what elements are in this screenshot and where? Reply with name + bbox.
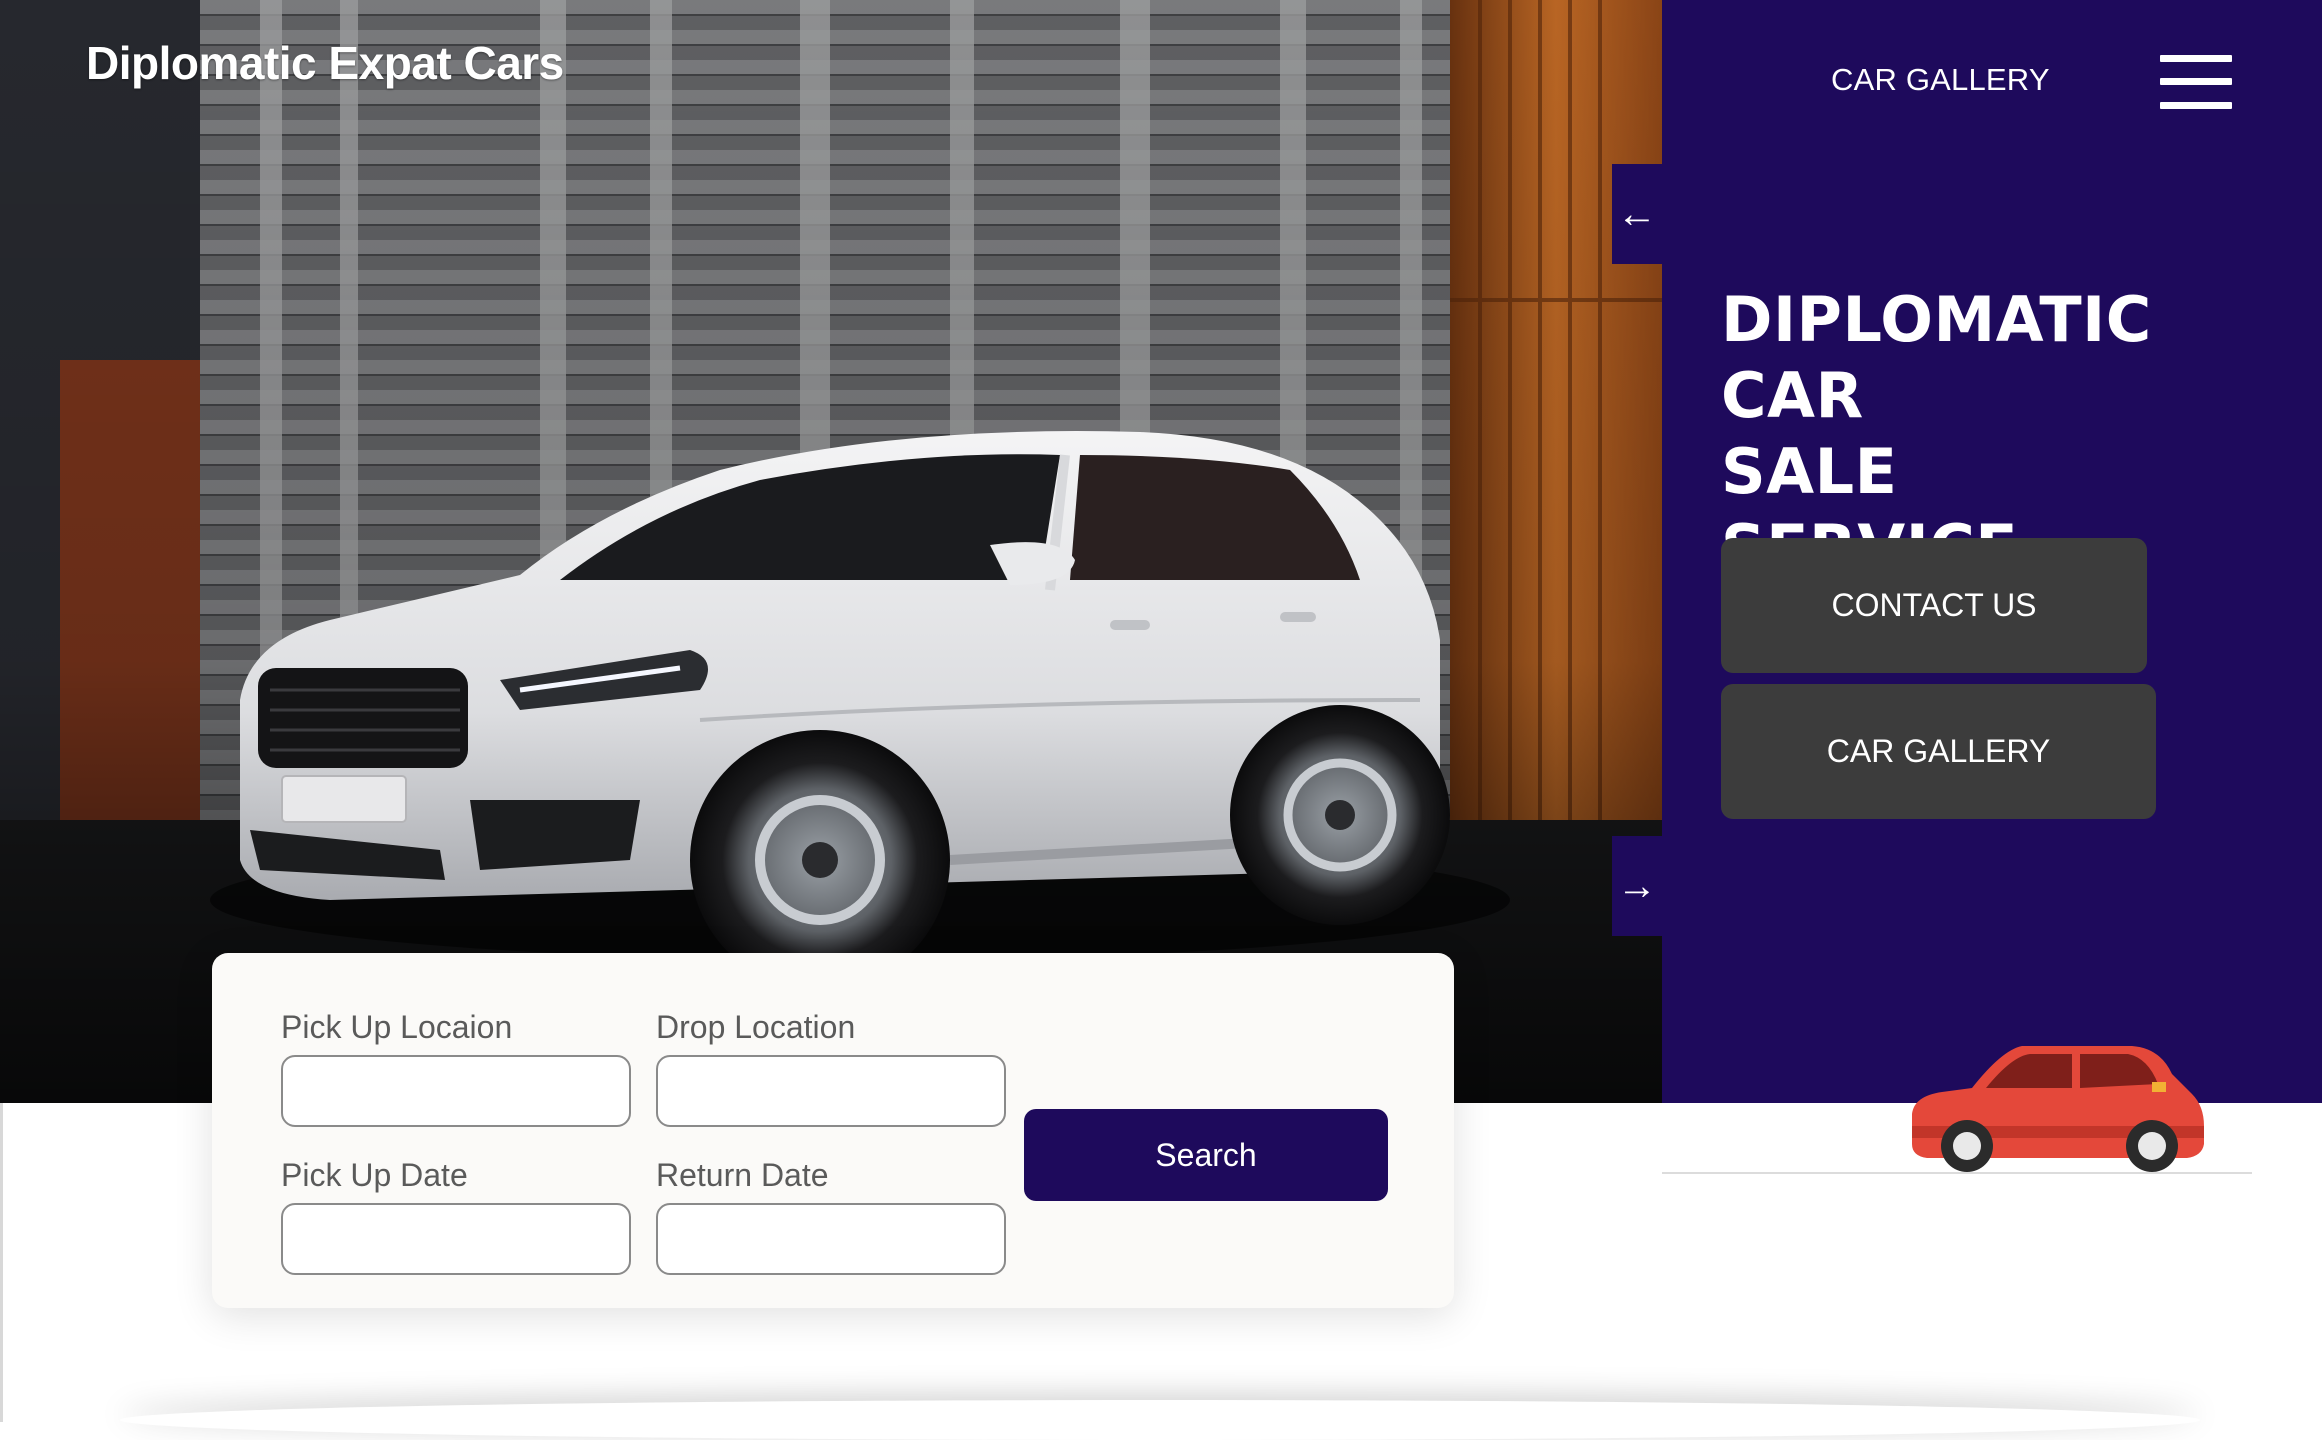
booking-form: Pick Up Locaion Drop Location Pick Up Da… <box>212 953 1454 1308</box>
pickup-date-label: Pick Up Date <box>281 1157 468 1193</box>
hamburger-menu-icon[interactable] <box>2160 55 2232 109</box>
pickup-location-label: Pick Up Locaion <box>281 1009 513 1045</box>
nav-car-gallery-link[interactable]: CAR GALLERY <box>1831 62 2050 98</box>
brand-logo-text[interactable]: Diplomatic Expat Cars <box>86 36 564 90</box>
contact-us-button[interactable]: CONTACT US <box>1721 538 2147 673</box>
slider-prev-arrow-icon[interactable]: ← <box>1612 164 1662 264</box>
drop-location-label: Drop Location <box>656 1009 856 1045</box>
drop-location-input[interactable] <box>656 1055 1006 1127</box>
slider-next-arrow-icon[interactable]: → <box>1612 836 1662 936</box>
headline-line: DIPLOMATIC CAR <box>1721 283 2152 432</box>
pickup-location-input[interactable] <box>281 1055 631 1127</box>
pickup-date-input[interactable] <box>281 1203 631 1275</box>
page-edge <box>0 1103 3 1422</box>
section-divider-shadow <box>120 1400 2200 1440</box>
red-car-icon <box>1912 1046 2204 1172</box>
hero-image <box>0 0 1662 1103</box>
hero-car-photo <box>0 0 1662 1103</box>
return-date-input[interactable] <box>656 1203 1006 1275</box>
search-button[interactable]: Search <box>1024 1109 1388 1201</box>
return-date-label: Return Date <box>656 1157 829 1193</box>
headline-line: SALE <box>1721 435 1898 508</box>
car-gallery-button[interactable]: CAR GALLERY <box>1721 684 2156 819</box>
